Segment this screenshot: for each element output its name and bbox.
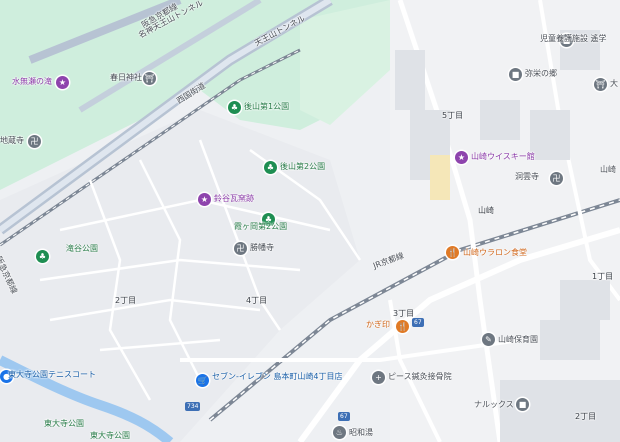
green-area-hill [300, 0, 390, 125]
poi-label-todaiji-park[interactable]: 東大寺公園 [44, 419, 84, 429]
district-5chome: 5丁目 [442, 111, 464, 120]
poi-label-shobata-temple[interactable]: 勝幡寺 [250, 243, 274, 253]
poi-label-ushiroyama-park-1[interactable]: 後山第1公園 [244, 102, 289, 112]
park-icon[interactable]: ♣ [228, 101, 241, 114]
park-icon[interactable]: ♣ [36, 250, 49, 263]
poi-label-kagiji[interactable]: かぎ印 [366, 320, 390, 330]
shrine-icon[interactable]: ⛩ [594, 78, 607, 91]
poi-label-kasumigaoka-park[interactable]: 霞ヶ岡第2公園 [234, 222, 287, 232]
district-2chome-west: 2丁目 [115, 296, 137, 305]
poi-label-seven-eleven[interactable]: セブン-イレブン 島本町山崎4丁目店 [212, 372, 343, 382]
district-2chome-east: 2丁目 [575, 412, 597, 421]
route-67-shield: 67 [412, 318, 424, 327]
bath-icon[interactable]: ♨ [333, 426, 346, 439]
building-icon[interactable]: ■ [516, 398, 529, 411]
whisky-distillery-area [430, 155, 450, 200]
temple-icon[interactable]: 卍 [28, 135, 41, 148]
poi-label-children-home[interactable]: 児童養護施設 遙学 [540, 34, 607, 44]
poi-label-yamazaki-whisky[interactable]: 山崎ウイスキー館 [471, 152, 535, 162]
district-yamazaki: 山崎 [478, 206, 494, 215]
district-1chome: 1丁目 [592, 272, 614, 281]
district-4chome: 4丁目 [246, 296, 268, 305]
poi-label-yasaka-village[interactable]: 弥栄の郷 [525, 69, 557, 79]
poi-label-dai[interactable]: 大 [610, 79, 618, 89]
poi-label-todaiji-park-2[interactable]: 東大寺公園 [90, 431, 130, 441]
restaurant-icon[interactable]: 🍴 [446, 246, 459, 259]
temple-icon[interactable]: 卍 [234, 242, 247, 255]
shrine-icon[interactable]: ⛩ [143, 72, 156, 85]
route-734-shield: 734 [185, 402, 201, 411]
restaurant-icon[interactable]: 🍴 [396, 320, 409, 333]
poi-label-yamazaki-cafeteria[interactable]: 山崎ウラロン食堂 [463, 248, 527, 258]
district-3chome: 3丁目 [393, 309, 415, 318]
poi-label-yamazaki-nursery[interactable]: 山崎保育園 [498, 335, 538, 345]
poi-label-ushiroyama-park-2[interactable]: 後山第2公園 [280, 162, 325, 172]
convenience-store-icon[interactable]: 🛒 [196, 374, 209, 387]
poi-label-doun-temple[interactable]: 洞雲寺 [515, 172, 539, 182]
poi-label-narux[interactable]: ナルックス [474, 400, 514, 410]
poi-label-yamazaki-edge[interactable]: 山崎 [600, 165, 616, 175]
poi-label-suzutani-kiln[interactable]: 鈴谷瓦窯跡 [214, 194, 254, 204]
map-canvas[interactable]: 名神天王山トンネル 天王山トンネル 西国街道 阪急京都線 阪急京都線 JR京都線… [0, 0, 620, 442]
temple-icon[interactable]: 卍 [550, 172, 563, 185]
building-icon[interactable]: ■ [509, 68, 522, 81]
poi-label-peace-clinic[interactable]: ピース鍼灸接骨院 [388, 372, 452, 382]
park-icon[interactable]: ♣ [264, 161, 277, 174]
poi-label-jizo-temple[interactable]: 地蔵寺 [0, 136, 24, 146]
poi-label-showa-bath[interactable]: 昭和湯 [349, 428, 373, 438]
poi-label-takitani-park[interactable]: 滝谷公園 [66, 244, 98, 254]
school-icon[interactable]: ✎ [482, 333, 495, 346]
clinic-icon[interactable]: + [372, 371, 385, 384]
poi-label-minase-falls[interactable]: 水無瀬の滝 [12, 77, 52, 87]
route-67-shield-2: 67 [338, 412, 350, 421]
attraction-icon[interactable]: ★ [198, 193, 211, 206]
poi-label-todaiji-tennis[interactable]: 東大寺公園テニスコート [8, 370, 96, 380]
attraction-icon[interactable]: ★ [56, 76, 69, 89]
attraction-icon[interactable]: ★ [455, 151, 468, 164]
poi-label-kasuga-shrine[interactable]: 春日神社 [110, 73, 142, 83]
